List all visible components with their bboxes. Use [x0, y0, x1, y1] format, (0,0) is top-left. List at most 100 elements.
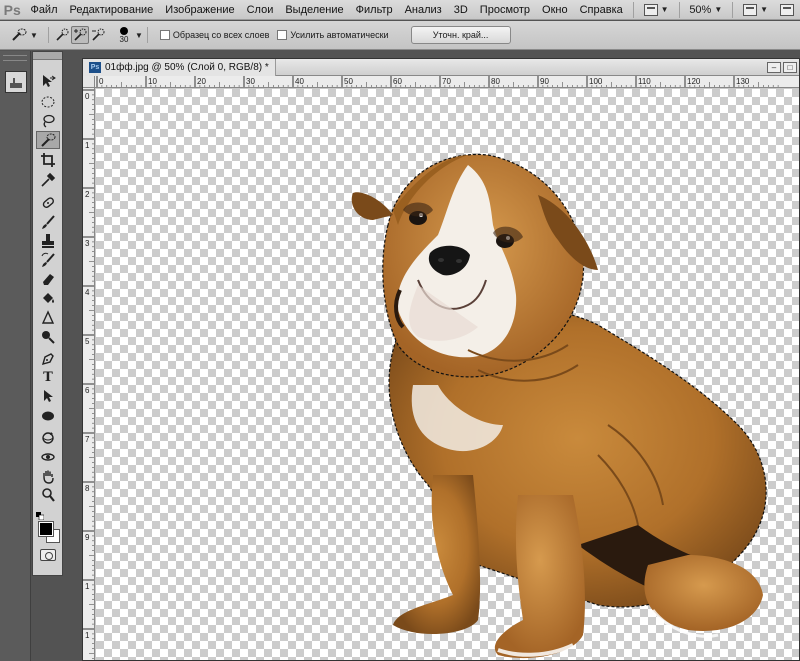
menu-view[interactable]: Просмотр — [474, 0, 536, 20]
3d-orbit-icon — [41, 453, 55, 461]
ruler-label: 7 — [85, 435, 90, 444]
auto-enhance-checkbox[interactable] — [277, 30, 288, 40]
menu-3d[interactable]: 3D — [448, 0, 474, 20]
3d-orbit-tool[interactable] — [36, 448, 60, 466]
horizontal-ruler[interactable]: 0 10 20 30 40 50 60 70 80 90 100 110 120 130 — [95, 76, 799, 88]
path-selection-tool[interactable] — [36, 387, 60, 405]
ruler-label: 100 — [589, 77, 603, 86]
3d-rotate-tool[interactable] — [36, 429, 60, 447]
workspace-dropdown[interactable] — [774, 3, 800, 16]
maximize-button[interactable]: □ — [783, 61, 797, 73]
healing-brush-tool[interactable] — [36, 194, 60, 212]
tool-presets-panel-button[interactable] — [5, 71, 27, 93]
toolbox-header[interactable] — [33, 52, 62, 60]
ruler-label: 0 — [99, 77, 104, 86]
menu-edit[interactable]: Редактирование — [64, 0, 160, 20]
zoom-dropdown[interactable]: 50% ▼ — [683, 0, 728, 20]
screen-mode-icon — [643, 3, 658, 16]
dog-image — [351, 153, 767, 659]
ellipse-shape-icon — [42, 411, 54, 421]
vertical-ruler[interactable]: 0123456789111 — [83, 88, 95, 660]
eyedropper-tool[interactable] — [36, 171, 60, 189]
hand-icon — [43, 470, 54, 484]
marquee-tool[interactable] — [36, 93, 60, 111]
ruler-label: 50 — [344, 77, 353, 86]
ruler-label: 1 — [85, 631, 90, 640]
history-brush-tool[interactable] — [36, 251, 60, 269]
lasso-tool[interactable] — [36, 112, 60, 130]
shape-tool[interactable] — [36, 407, 60, 425]
ruler-origin[interactable] — [83, 76, 95, 88]
stamp-icon — [42, 234, 54, 248]
bucket-icon — [43, 293, 54, 303]
menu-select[interactable]: Выделение — [279, 0, 349, 20]
screen-mode-dropdown[interactable]: ▼ — [638, 0, 675, 20]
brush-tip-icon — [120, 26, 128, 35]
ps-document-icon: Ps — [89, 61, 101, 73]
quick-selection-tool[interactable] — [36, 131, 60, 149]
menu-separator — [732, 1, 734, 18]
chevron-down-icon[interactable]: ▼ — [135, 31, 143, 40]
ellipse-marquee-icon — [41, 96, 55, 108]
menu-window[interactable]: Окно — [536, 0, 574, 20]
auto-enhance-option[interactable]: Усилить автоматически — [277, 30, 389, 40]
hand-tool[interactable] — [36, 467, 60, 485]
refine-edge-button[interactable]: Уточн. край... — [410, 26, 511, 44]
foreground-color-swatch[interactable] — [38, 521, 54, 537]
default-colors-icon[interactable] — [36, 512, 44, 520]
type-tool[interactable]: T — [36, 368, 60, 386]
paint-bucket-tool[interactable] — [36, 289, 60, 307]
blur-icon — [41, 310, 55, 324]
eraser-tool[interactable] — [36, 270, 60, 288]
stamp-tool[interactable] — [36, 232, 60, 250]
minimize-button[interactable]: – — [767, 61, 781, 73]
menu-analysis[interactable]: Анализ — [399, 0, 448, 20]
document-tab-bar: Ps 01фф.jpg @ 50% (Слой 0, RGB/8) * – □ — [83, 59, 799, 76]
ruler-label: 2 — [85, 190, 90, 199]
document-canvas[interactable] — [96, 89, 799, 660]
new-selection-icon — [56, 28, 69, 41]
dodge-icon — [42, 331, 55, 344]
new-selection-button[interactable] — [53, 26, 71, 44]
pen-tool[interactable] — [36, 350, 60, 368]
toolbox: T — [32, 51, 63, 576]
crop-tool[interactable] — [36, 151, 60, 169]
healing-icon — [42, 197, 54, 208]
ruler-label: 1 — [85, 582, 90, 591]
ruler-label: 90 — [540, 77, 549, 86]
sample-all-layers-checkbox[interactable] — [159, 30, 170, 40]
history-brush-icon — [41, 252, 55, 267]
menu-separator — [678, 1, 680, 18]
ruler-label: 30 — [246, 77, 255, 86]
ruler-label: 80 — [491, 77, 500, 86]
menu-help[interactable]: Справка — [574, 0, 629, 20]
chevron-down-icon: ▼ — [660, 4, 669, 14]
ruler-label: 110 — [638, 77, 651, 86]
brush-picker[interactable]: 30 — [113, 26, 135, 44]
zoom-tool[interactable] — [36, 486, 60, 504]
blur-tool[interactable] — [36, 309, 60, 327]
ruler-label: 4 — [85, 288, 90, 297]
tool-preset-picker[interactable]: ▼ — [4, 23, 44, 47]
quick-mask-button[interactable] — [40, 549, 56, 561]
add-to-selection-button[interactable] — [71, 26, 89, 44]
auto-enhance-label: Усилить автоматически — [290, 30, 389, 40]
menu-image[interactable]: Изображение — [159, 0, 240, 20]
menu-separator — [632, 1, 634, 18]
ruler-label: 8 — [85, 484, 90, 493]
document-tab[interactable]: Ps 01фф.jpg @ 50% (Слой 0, RGB/8) * — [83, 59, 276, 76]
subtract-selection-icon — [92, 28, 105, 41]
sample-all-layers-option[interactable]: Образец со всех слоев — [159, 30, 269, 40]
chevron-down-icon: ▼ — [30, 30, 38, 40]
brush-tool[interactable] — [36, 213, 60, 231]
menu-filter[interactable]: Фильтр — [350, 0, 399, 20]
brush-icon — [42, 215, 55, 229]
menu-layers[interactable]: Слои — [241, 0, 280, 20]
move-tool[interactable] — [36, 72, 60, 90]
ruler-label: 9 — [85, 533, 90, 542]
arrange-documents-dropdown[interactable]: ▼ — [737, 0, 774, 20]
subtract-from-selection-button[interactable] — [89, 26, 107, 44]
menu-file[interactable]: Файл — [24, 0, 63, 20]
dock-grip[interactable] — [3, 55, 27, 61]
dodge-tool[interactable] — [36, 328, 60, 346]
